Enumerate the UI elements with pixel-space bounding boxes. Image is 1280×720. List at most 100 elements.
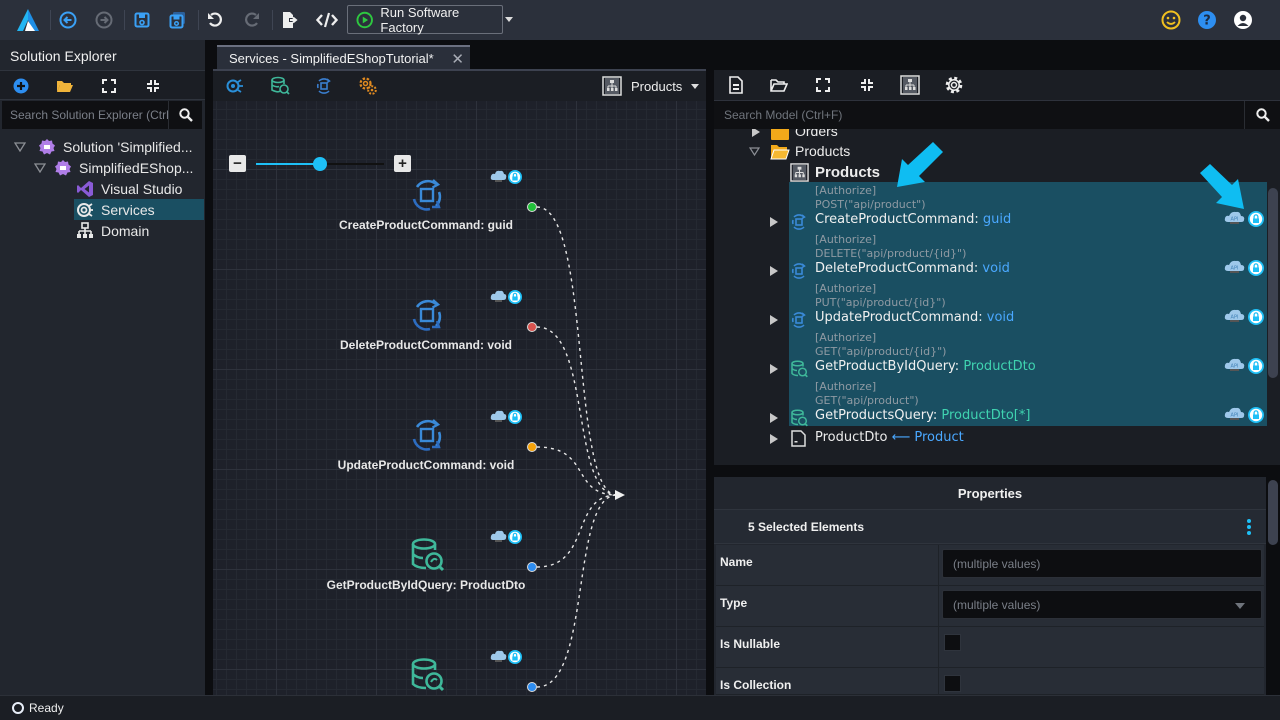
user-account-icon[interactable] [1231, 8, 1255, 32]
tab-services-designer[interactable]: Services - SimplifiedEShopTutorial* ✕ [217, 45, 470, 69]
expand-toggle-icon[interactable] [770, 434, 778, 444]
services-designer-panel: Services - SimplifiedEShopTutorial* ✕ Pr… [213, 40, 706, 695]
type-select[interactable]: (multiple values) [942, 590, 1262, 619]
command-icon[interactable] [312, 74, 336, 98]
expand-toggle-icon[interactable] [770, 266, 778, 276]
collapse-all-icon[interactable] [855, 73, 879, 97]
smiley-feedback-icon[interactable] [1159, 8, 1183, 32]
tree-item-operation[interactable]: [Authorize] GET("api/product") GetProducts… [714, 380, 1280, 435]
association-line[interactable] [536, 494, 618, 568]
tree-item-application[interactable]: SimplifiedEShop... [34, 157, 193, 178]
tree-item-services[interactable]: Services [74, 199, 204, 220]
tree-item-label: Products [815, 164, 881, 181]
add-icon[interactable] [9, 74, 33, 98]
properties-scrollbar[interactable] [1268, 480, 1278, 545]
node-label[interactable]: DeleteProductCommand: void [340, 338, 512, 352]
model-search [714, 100, 1280, 129]
close-tab-icon[interactable]: ✕ [451, 50, 464, 68]
export-icon[interactable] [278, 8, 302, 32]
association-line[interactable] [536, 494, 618, 688]
association-lines [536, 206, 625, 688]
help-icon[interactable]: ? [1195, 8, 1219, 32]
code-icon[interactable] [313, 8, 341, 32]
collapse-toggle-icon[interactable] [749, 147, 760, 156]
domain-designer-icon [77, 221, 93, 238]
open-folder-icon[interactable] [767, 73, 791, 97]
tree-item-operation[interactable]: [Authorize] GET("api/product/{id}") GetPro… [714, 331, 1280, 386]
node-label[interactable]: UpdateProductCommand: void [338, 458, 515, 472]
settings-gears-icon[interactable] [356, 74, 380, 98]
solution-search-button[interactable] [168, 101, 202, 129]
expand-all-icon[interactable] [811, 73, 835, 97]
save-all-icon[interactable] [166, 8, 190, 32]
property-label: Is Nullable [720, 637, 781, 651]
tree-item-visual-studio[interactable]: Visual Studio [76, 178, 182, 199]
diagram-selector-dropdown[interactable]: Products [594, 71, 706, 101]
association-line[interactable] [536, 326, 618, 496]
model-tree-scrollbar[interactable] [1268, 188, 1278, 378]
model-search-button[interactable] [1244, 101, 1280, 129]
connection-port[interactable] [527, 562, 537, 572]
undo-icon[interactable] [203, 8, 227, 32]
tree-item-productdto[interactable]: ProductDto ⟵ Product [714, 429, 1280, 449]
node-label[interactable]: GetProductByIdQuery: ProductDto [327, 578, 526, 592]
model-search-input[interactable] [714, 101, 1244, 129]
left-splitter[interactable] [205, 40, 213, 695]
dto-mapped-from[interactable]: Product [914, 430, 963, 445]
query-icon[interactable] [409, 657, 445, 693]
right-splitter[interactable] [706, 40, 714, 695]
collapse-all-icon[interactable] [141, 74, 165, 98]
expand-toggle-icon[interactable] [752, 129, 760, 137]
new-file-icon[interactable] [724, 73, 748, 97]
tree-item-domain[interactable]: Domain [76, 220, 149, 241]
query-icon[interactable] [409, 537, 445, 573]
tree-item-operation[interactable]: [Authorize] PUT("api/product/{id}") Update… [714, 282, 1280, 337]
command-icon[interactable] [409, 177, 445, 213]
command-icon[interactable] [409, 297, 445, 333]
name-field[interactable]: (multiple values) [942, 549, 1262, 578]
command-icon[interactable] [409, 417, 445, 453]
expand-toggle-icon[interactable] [770, 217, 778, 227]
settings-icon[interactable] [942, 73, 966, 97]
tree-item-products-folder[interactable]: Products [714, 142, 1280, 162]
save-icon[interactable] [130, 8, 154, 32]
association-line[interactable] [536, 206, 618, 496]
tree-item-operation[interactable]: [Authorize] POST("api/product") CreateProd… [714, 184, 1280, 239]
is-collection-checkbox[interactable] [944, 675, 961, 692]
connection-port[interactable] [527, 682, 537, 692]
navigate-forward-icon[interactable] [92, 8, 116, 32]
tree-item-operation[interactable]: [Authorize] DELETE("api/product/{id}") Del… [714, 233, 1280, 288]
node-label[interactable]: CreateProductCommand: guid [339, 218, 513, 232]
expand-toggle-icon[interactable] [770, 413, 778, 423]
redo-icon[interactable] [240, 8, 264, 32]
run-options-dropdown[interactable] [503, 5, 515, 34]
expand-all-icon[interactable] [97, 74, 121, 98]
diagram-canvas[interactable]: − + CreateProductCommand: guid DeleteProd… [213, 101, 706, 695]
command-icon [790, 262, 808, 280]
diagram-icon[interactable] [898, 73, 922, 97]
connection-port[interactable] [527, 202, 537, 212]
query-icon[interactable] [268, 74, 292, 98]
connection-port[interactable] [527, 442, 537, 452]
collapse-toggle-icon[interactable] [34, 162, 46, 173]
expand-toggle-icon[interactable] [770, 364, 778, 374]
app-logo-icon[interactable] [15, 7, 41, 33]
connection-port[interactable] [527, 322, 537, 332]
collapse-toggle-icon[interactable] [14, 141, 26, 152]
tree-item-orders-folder[interactable]: Orders [714, 129, 1280, 143]
expand-toggle-icon[interactable] [770, 315, 778, 325]
navigate-back-icon[interactable] [56, 8, 80, 32]
selection-summary: 5 Selected Elements [714, 510, 1266, 544]
is-nullable-checkbox[interactable] [944, 634, 961, 651]
tree-item-label: Orders [795, 129, 838, 139]
chevron-down-icon [691, 83, 700, 89]
service-icon[interactable] [223, 74, 247, 98]
solution-search-input[interactable] [2, 101, 168, 129]
more-options-icon[interactable] [1246, 519, 1252, 535]
open-folder-icon[interactable] [53, 74, 77, 98]
run-software-factory-button[interactable]: Run Software Factory [347, 5, 503, 35]
tree-item-products-diagram[interactable]: Products [714, 163, 1280, 183]
tab-label: Services - SimplifiedEShopTutorial* [229, 50, 434, 66]
tree-item-solution[interactable]: Solution 'Simplified... [14, 136, 193, 157]
svg-text:API: API [1231, 315, 1239, 321]
